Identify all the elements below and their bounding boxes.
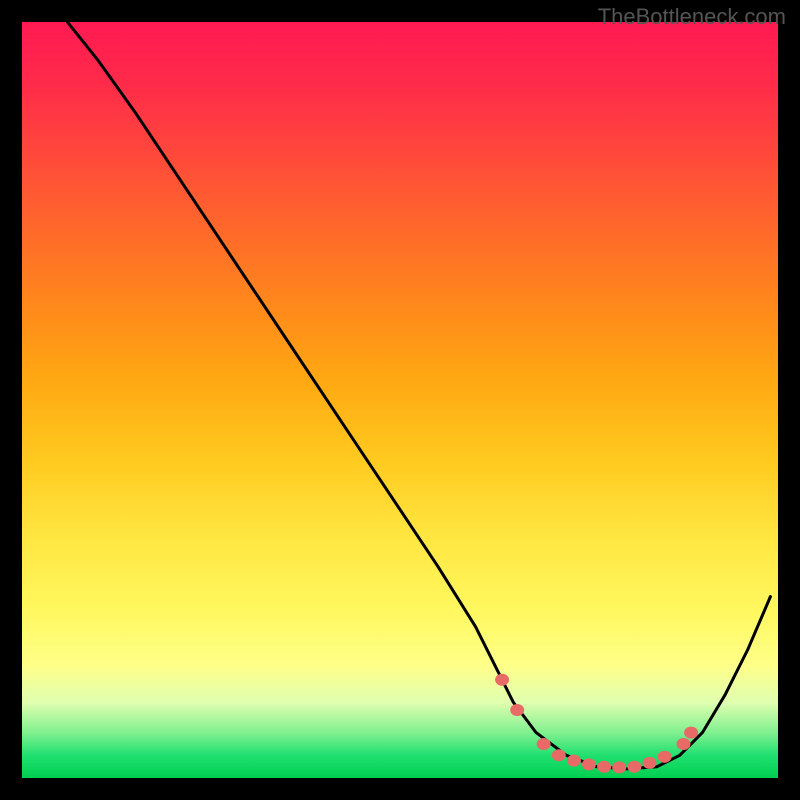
plot-area	[22, 22, 778, 778]
bottleneck-curve	[67, 22, 770, 769]
chart-svg	[22, 22, 778, 778]
optimal-range-dots	[495, 674, 698, 774]
watermark-text: TheBottleneck.com	[598, 4, 786, 30]
